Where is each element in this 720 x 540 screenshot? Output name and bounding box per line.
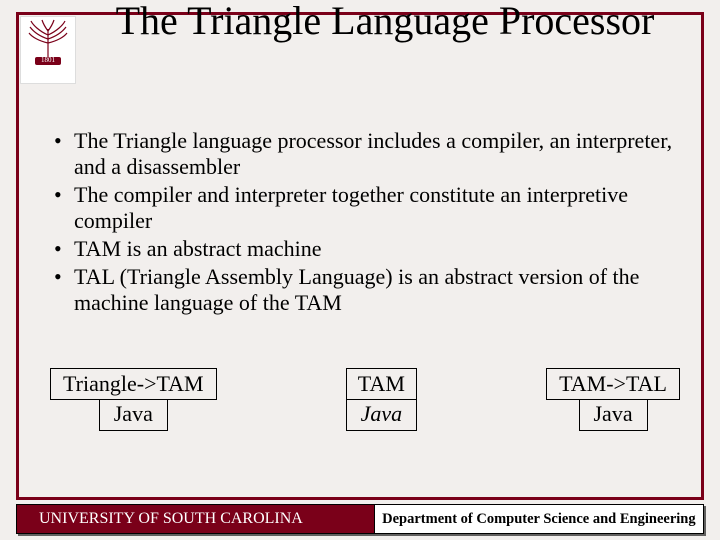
bullet-item: TAM is an abstract machine	[68, 236, 682, 262]
slide: 1801 The Triangle Language Processor The…	[0, 0, 720, 540]
tombstone-bottom: Java	[579, 400, 648, 430]
bullet-item: The compiler and interpreter together co…	[68, 182, 682, 234]
slide-title: The Triangle Language Processor	[80, 0, 690, 42]
tombstone-bottom: Java	[346, 400, 418, 430]
tombstone-bottom: Java	[99, 400, 168, 430]
tombstone-top: TAM	[346, 368, 418, 400]
footer-university: UNIVERSITY OF SOUTH CAROLINA	[16, 504, 374, 534]
bullet-item: TAL (Triangle Assembly Language) is an a…	[68, 264, 682, 316]
footer-department: Department of Computer Science and Engin…	[374, 504, 704, 534]
logo-year: 1801	[21, 56, 75, 64]
tombstone-disassembler: TAM->TAL Java	[546, 368, 680, 431]
tombstone-compiler: Triangle->TAM Java	[50, 368, 217, 431]
tombstone-row: Triangle->TAM Java TAM Java TAM->TAL Jav…	[50, 368, 680, 431]
footer: UNIVERSITY OF SOUTH CAROLINA Department …	[16, 504, 704, 534]
bullet-item: The Triangle language processor includes…	[68, 128, 682, 180]
tombstone-top: TAM->TAL	[546, 368, 680, 400]
bullet-list: The Triangle language processor includes…	[48, 128, 682, 318]
tombstone-top: Triangle->TAM	[50, 368, 217, 400]
tombstone-interpreter: TAM Java	[346, 368, 418, 431]
university-seal-icon: 1801	[20, 16, 76, 84]
